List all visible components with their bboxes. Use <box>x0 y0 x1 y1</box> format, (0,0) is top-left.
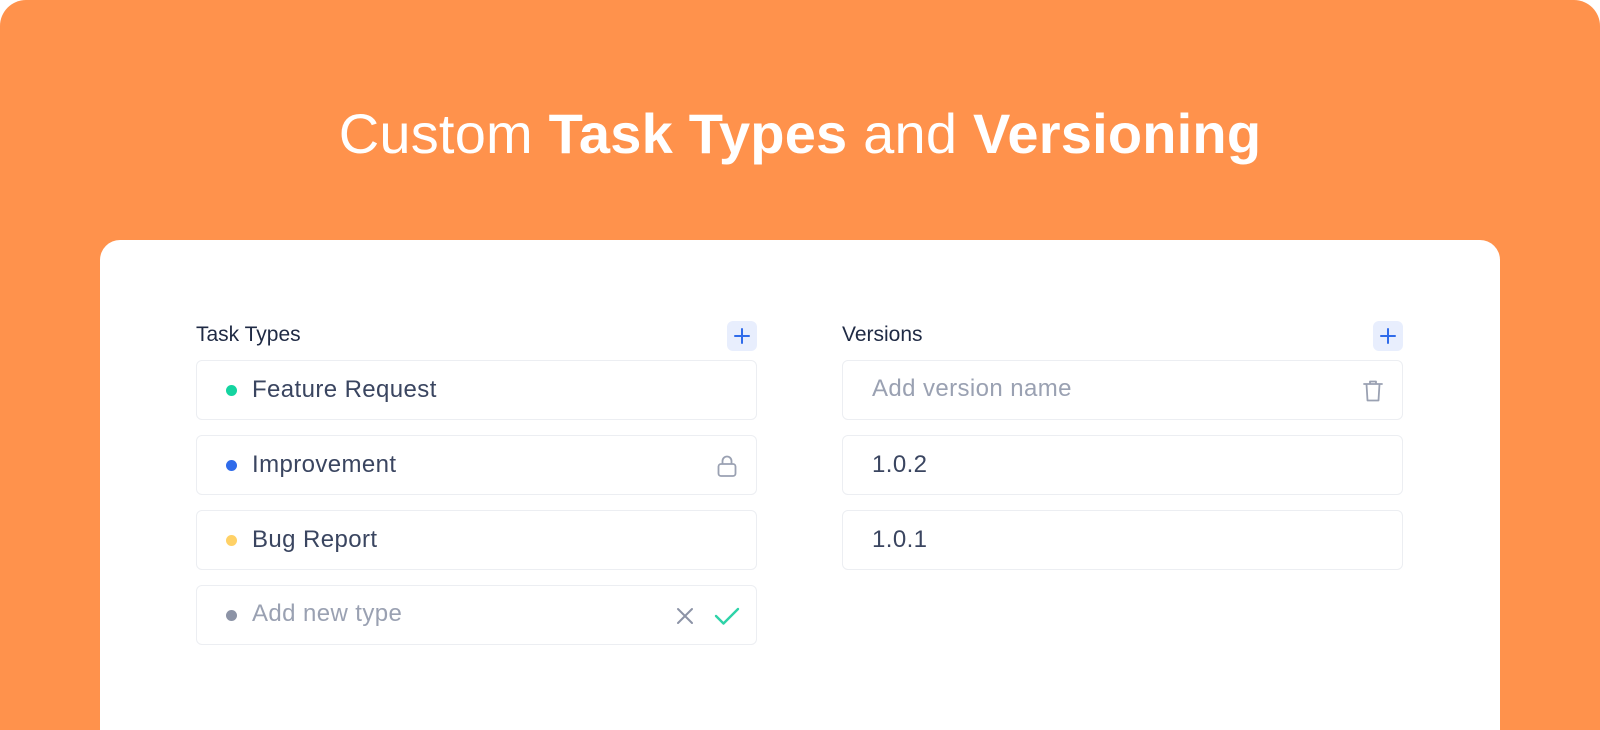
version-row[interactable]: 1.0.1 <box>842 510 1403 570</box>
version-label: 1.0.2 <box>872 451 928 478</box>
version-name-input[interactable] <box>872 375 1272 403</box>
row-actions <box>712 451 742 481</box>
row-actions <box>1358 376 1388 406</box>
versions-panel: Versions Add version name 1.0.2 1.0.1 <box>842 321 1403 585</box>
new-version-row <box>842 360 1403 420</box>
task-types-header: Task Types <box>196 321 757 351</box>
status-dot <box>226 460 237 471</box>
plus-icon <box>734 328 750 344</box>
page-title: Custom Task Types and Versioning <box>0 98 1600 170</box>
title-emphasis: Task Types <box>548 102 848 165</box>
task-type-row-bug-report[interactable]: Bug Report <box>196 510 757 570</box>
task-type-row-improvement[interactable]: Improvement <box>196 435 757 495</box>
status-dot <box>226 385 237 396</box>
confirm-button[interactable] <box>712 601 742 631</box>
task-types-panel: Task Types Feature Request Improvement B… <box>196 321 757 660</box>
task-type-label: Bug Report <box>252 526 378 553</box>
cancel-button[interactable] <box>670 601 700 631</box>
plus-icon <box>1380 328 1396 344</box>
check-icon <box>714 607 740 625</box>
task-type-label: Improvement <box>252 451 397 478</box>
close-icon <box>677 608 693 624</box>
task-types-title: Task Types <box>196 323 301 346</box>
versions-title: Versions <box>842 323 923 346</box>
title-emphasis: Versioning <box>972 102 1262 165</box>
title-part: Custom <box>338 102 549 165</box>
trash-icon <box>1363 380 1383 402</box>
add-task-type-button[interactable] <box>727 321 757 351</box>
version-label: 1.0.1 <box>872 526 928 553</box>
status-dot <box>226 535 237 546</box>
status-dot <box>226 610 237 621</box>
hero-background: Custom Task Types and Versioning Task Ty… <box>0 0 1600 730</box>
add-version-button[interactable] <box>1373 321 1403 351</box>
settings-card: Task Types Feature Request Improvement B… <box>100 240 1500 730</box>
lock-icon <box>712 451 742 481</box>
new-task-type-row <box>196 585 757 645</box>
row-actions <box>670 601 742 631</box>
title-part: and <box>847 102 973 165</box>
task-type-row-feature-request[interactable]: Feature Request <box>196 360 757 420</box>
versions-header: Versions <box>842 321 1403 351</box>
new-type-input[interactable] <box>252 600 652 628</box>
version-row[interactable]: 1.0.2 <box>842 435 1403 495</box>
delete-button[interactable] <box>1358 376 1388 406</box>
task-type-label: Feature Request <box>252 376 437 403</box>
